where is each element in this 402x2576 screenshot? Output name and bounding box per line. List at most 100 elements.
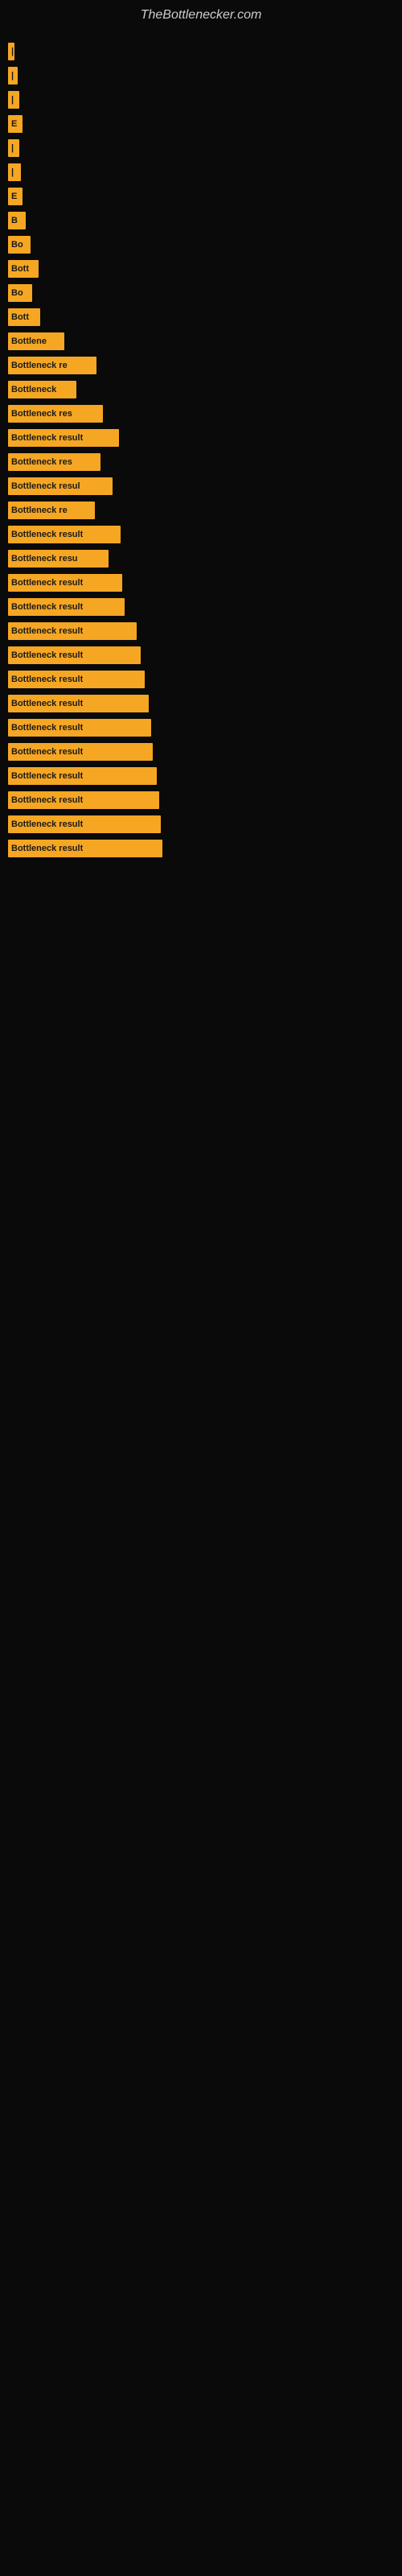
bar-label-23: Bottleneck result (11, 602, 83, 612)
bar-row-9: Bott (8, 260, 394, 278)
bar-9: Bott (8, 260, 39, 278)
bar-11: Bott (8, 308, 40, 326)
bar-row-32: Bottleneck result (8, 815, 394, 833)
bar-8: Bo (8, 236, 31, 254)
bar-label-3: E (11, 119, 17, 129)
bar-row-27: Bottleneck result (8, 695, 394, 712)
bar-label-28: Bottleneck result (11, 723, 83, 733)
bar-4: | (8, 139, 19, 157)
bar-10: Bo (8, 284, 32, 302)
bar-0: | (8, 43, 14, 60)
bar-row-5: | (8, 163, 394, 181)
bar-30: Bottleneck result (8, 767, 157, 785)
bar-15: Bottleneck res (8, 405, 103, 423)
bar-row-21: Bottleneck resu (8, 550, 394, 568)
bar-6: E (8, 188, 23, 205)
bar-row-6: E (8, 188, 394, 205)
bar-label-15: Bottleneck res (11, 409, 72, 419)
bar-label-20: Bottleneck result (11, 530, 83, 539)
bar-row-23: Bottleneck result (8, 598, 394, 616)
bar-22: Bottleneck result (8, 574, 122, 592)
bar-32: Bottleneck result (8, 815, 161, 833)
bar-row-15: Bottleneck res (8, 405, 394, 423)
bar-19: Bottleneck re (8, 502, 95, 519)
bar-label-1: | (11, 71, 14, 80)
bar-label-30: Bottleneck result (11, 771, 83, 781)
bar-row-29: Bottleneck result (8, 743, 394, 761)
bar-7: B (8, 212, 26, 229)
bar-14: Bottleneck (8, 381, 76, 398)
bar-label-14: Bottleneck (11, 385, 56, 394)
bar-row-1: | (8, 67, 394, 85)
bars-container: | | | E | | E B Bo Bott Bo Bott Bottlene Bottleneck r… (0, 27, 402, 864)
bar-label-10: Bo (11, 288, 23, 298)
bar-label-5: | (11, 167, 14, 177)
bar-label-19: Bottleneck re (11, 506, 68, 515)
bar-5: | (8, 163, 21, 181)
bar-label-31: Bottleneck result (11, 795, 83, 805)
bar-12: Bottlene (8, 332, 64, 350)
bar-label-8: Bo (11, 240, 23, 250)
bar-row-17: Bottleneck res (8, 453, 394, 471)
bar-row-12: Bottlene (8, 332, 394, 350)
bar-row-4: | (8, 139, 394, 157)
bar-label-4: | (11, 143, 14, 153)
bar-label-7: B (11, 216, 18, 225)
bar-label-18: Bottleneck resul (11, 481, 80, 491)
site-title: TheBottlenecker.com (0, 0, 402, 27)
bar-label-16: Bottleneck result (11, 433, 83, 443)
bar-label-26: Bottleneck result (11, 675, 83, 684)
bar-row-7: B (8, 212, 394, 229)
bar-18: Bottleneck resul (8, 477, 113, 495)
bar-row-33: Bottleneck result (8, 840, 394, 857)
bar-label-21: Bottleneck resu (11, 554, 78, 564)
bar-33: Bottleneck result (8, 840, 162, 857)
bar-31: Bottleneck result (8, 791, 159, 809)
bar-label-33: Bottleneck result (11, 844, 83, 853)
bar-row-8: Bo (8, 236, 394, 254)
bar-25: Bottleneck result (8, 646, 141, 664)
bar-row-3: E (8, 115, 394, 133)
bar-label-25: Bottleneck result (11, 650, 83, 660)
bar-row-11: Bott (8, 308, 394, 326)
bar-row-25: Bottleneck result (8, 646, 394, 664)
bar-1: | (8, 67, 18, 85)
bar-row-14: Bottleneck (8, 381, 394, 398)
bar-row-31: Bottleneck result (8, 791, 394, 809)
bar-24: Bottleneck result (8, 622, 137, 640)
bar-label-22: Bottleneck result (11, 578, 83, 588)
bar-label-24: Bottleneck result (11, 626, 83, 636)
bar-2: | (8, 91, 19, 109)
bar-27: Bottleneck result (8, 695, 149, 712)
bar-label-12: Bottlene (11, 336, 47, 346)
bar-row-30: Bottleneck result (8, 767, 394, 785)
bar-row-0: | (8, 43, 394, 60)
bar-3: E (8, 115, 23, 133)
bar-23: Bottleneck result (8, 598, 125, 616)
bar-label-9: Bott (11, 264, 29, 274)
bar-16: Bottleneck result (8, 429, 119, 447)
bar-row-13: Bottleneck re (8, 357, 394, 374)
bar-21: Bottleneck resu (8, 550, 109, 568)
bar-row-26: Bottleneck result (8, 671, 394, 688)
bar-label-2: | (11, 95, 14, 105)
bar-label-13: Bottleneck re (11, 361, 68, 370)
bar-row-24: Bottleneck result (8, 622, 394, 640)
bar-13: Bottleneck re (8, 357, 96, 374)
bar-label-17: Bottleneck res (11, 457, 72, 467)
bar-17: Bottleneck res (8, 453, 100, 471)
bar-label-32: Bottleneck result (11, 819, 83, 829)
bar-row-20: Bottleneck result (8, 526, 394, 543)
bar-label-29: Bottleneck result (11, 747, 83, 757)
bar-label-27: Bottleneck result (11, 699, 83, 708)
bar-row-22: Bottleneck result (8, 574, 394, 592)
bar-label-11: Bott (11, 312, 29, 322)
bar-row-28: Bottleneck result (8, 719, 394, 737)
bar-row-18: Bottleneck resul (8, 477, 394, 495)
bar-row-19: Bottleneck re (8, 502, 394, 519)
bar-label-6: E (11, 192, 17, 201)
bar-26: Bottleneck result (8, 671, 145, 688)
bar-row-16: Bottleneck result (8, 429, 394, 447)
bar-label-0: | (11, 47, 14, 56)
bar-29: Bottleneck result (8, 743, 153, 761)
